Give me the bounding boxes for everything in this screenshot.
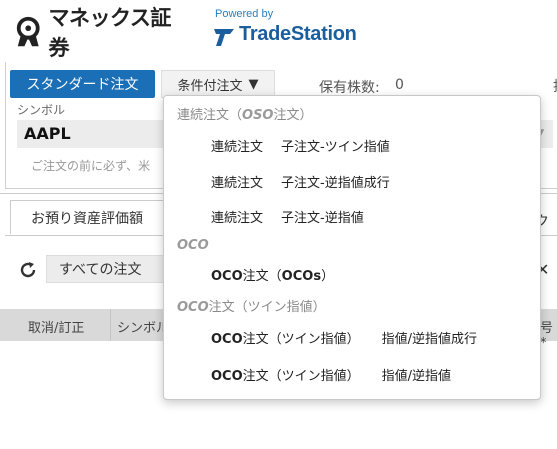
column-header-clipped[interactable]: 号* (540, 317, 557, 351)
menu-item-oco-ocos[interactable]: OCO注文（OCOs） (211, 265, 334, 284)
clipped-label: 抹 (553, 76, 557, 96)
menu-group-oco-twin: OCO注文（ツイン指値） (177, 300, 326, 315)
monex-mark-icon (16, 16, 40, 47)
conditional-order-label: 条件付注文 (177, 78, 243, 94)
tab-conditional-order[interactable]: 条件付注文 ▼ (161, 70, 275, 98)
menu-item-oco-twin-stop[interactable]: OCO注文（ツイン指値） 指値/逆指値 (211, 365, 451, 384)
menu-item-oso-stop[interactable]: 連続注文 子注文-逆指値 (211, 207, 364, 226)
menu-item-oso-stop-market[interactable]: 連続注文 子注文-逆指値成行 (211, 172, 390, 191)
menu-item-oso-twin-limit[interactable]: 連続注文 子注文-ツイン指値 (211, 136, 390, 155)
monex-logo: マネックス証券 (14, 6, 184, 60)
refresh-icon[interactable] (19, 261, 37, 279)
tradestation-logo: Powered by TradeStation (213, 8, 373, 52)
symbol-label: シンボル (17, 103, 66, 117)
column-header-symbol[interactable]: シンボル (117, 317, 169, 336)
tab-standard-order[interactable]: スタンダード注文 (10, 70, 155, 98)
menu-group-oco: OCO (177, 238, 209, 253)
column-header-cancel[interactable]: 取消/訂正 (28, 317, 84, 336)
menu-item-oco-twin-stop-market[interactable]: OCO注文（ツイン指値） 指値/逆指値成行 (211, 328, 477, 347)
holdings-label: 保有株数: (319, 80, 380, 96)
tradestation-mark-icon (214, 29, 234, 46)
symbol-value: AAPL (24, 124, 71, 143)
order-filter-select[interactable]: すべての注文 (46, 255, 166, 283)
menu-group-oso: 連続注文（OSO注文） (177, 108, 313, 123)
chevron-down-icon: ▼ (248, 76, 259, 92)
monex-brand-text: マネックス証券 (48, 6, 171, 60)
order-notice: ご注文の前に必ず、米 (31, 159, 151, 173)
conditional-order-menu: 連続注文（OSO注文） 連続注文 子注文-ツイン指値 連続注文 子注文-逆指値成行 … (163, 95, 541, 400)
tradestation-name: TradeStation (239, 23, 357, 45)
holdings-value: 0 (395, 77, 404, 93)
tab-assets[interactable]: お預り資産評価額 (10, 200, 175, 234)
column-separator (110, 309, 111, 341)
powered-by-text: Powered by (215, 8, 274, 20)
